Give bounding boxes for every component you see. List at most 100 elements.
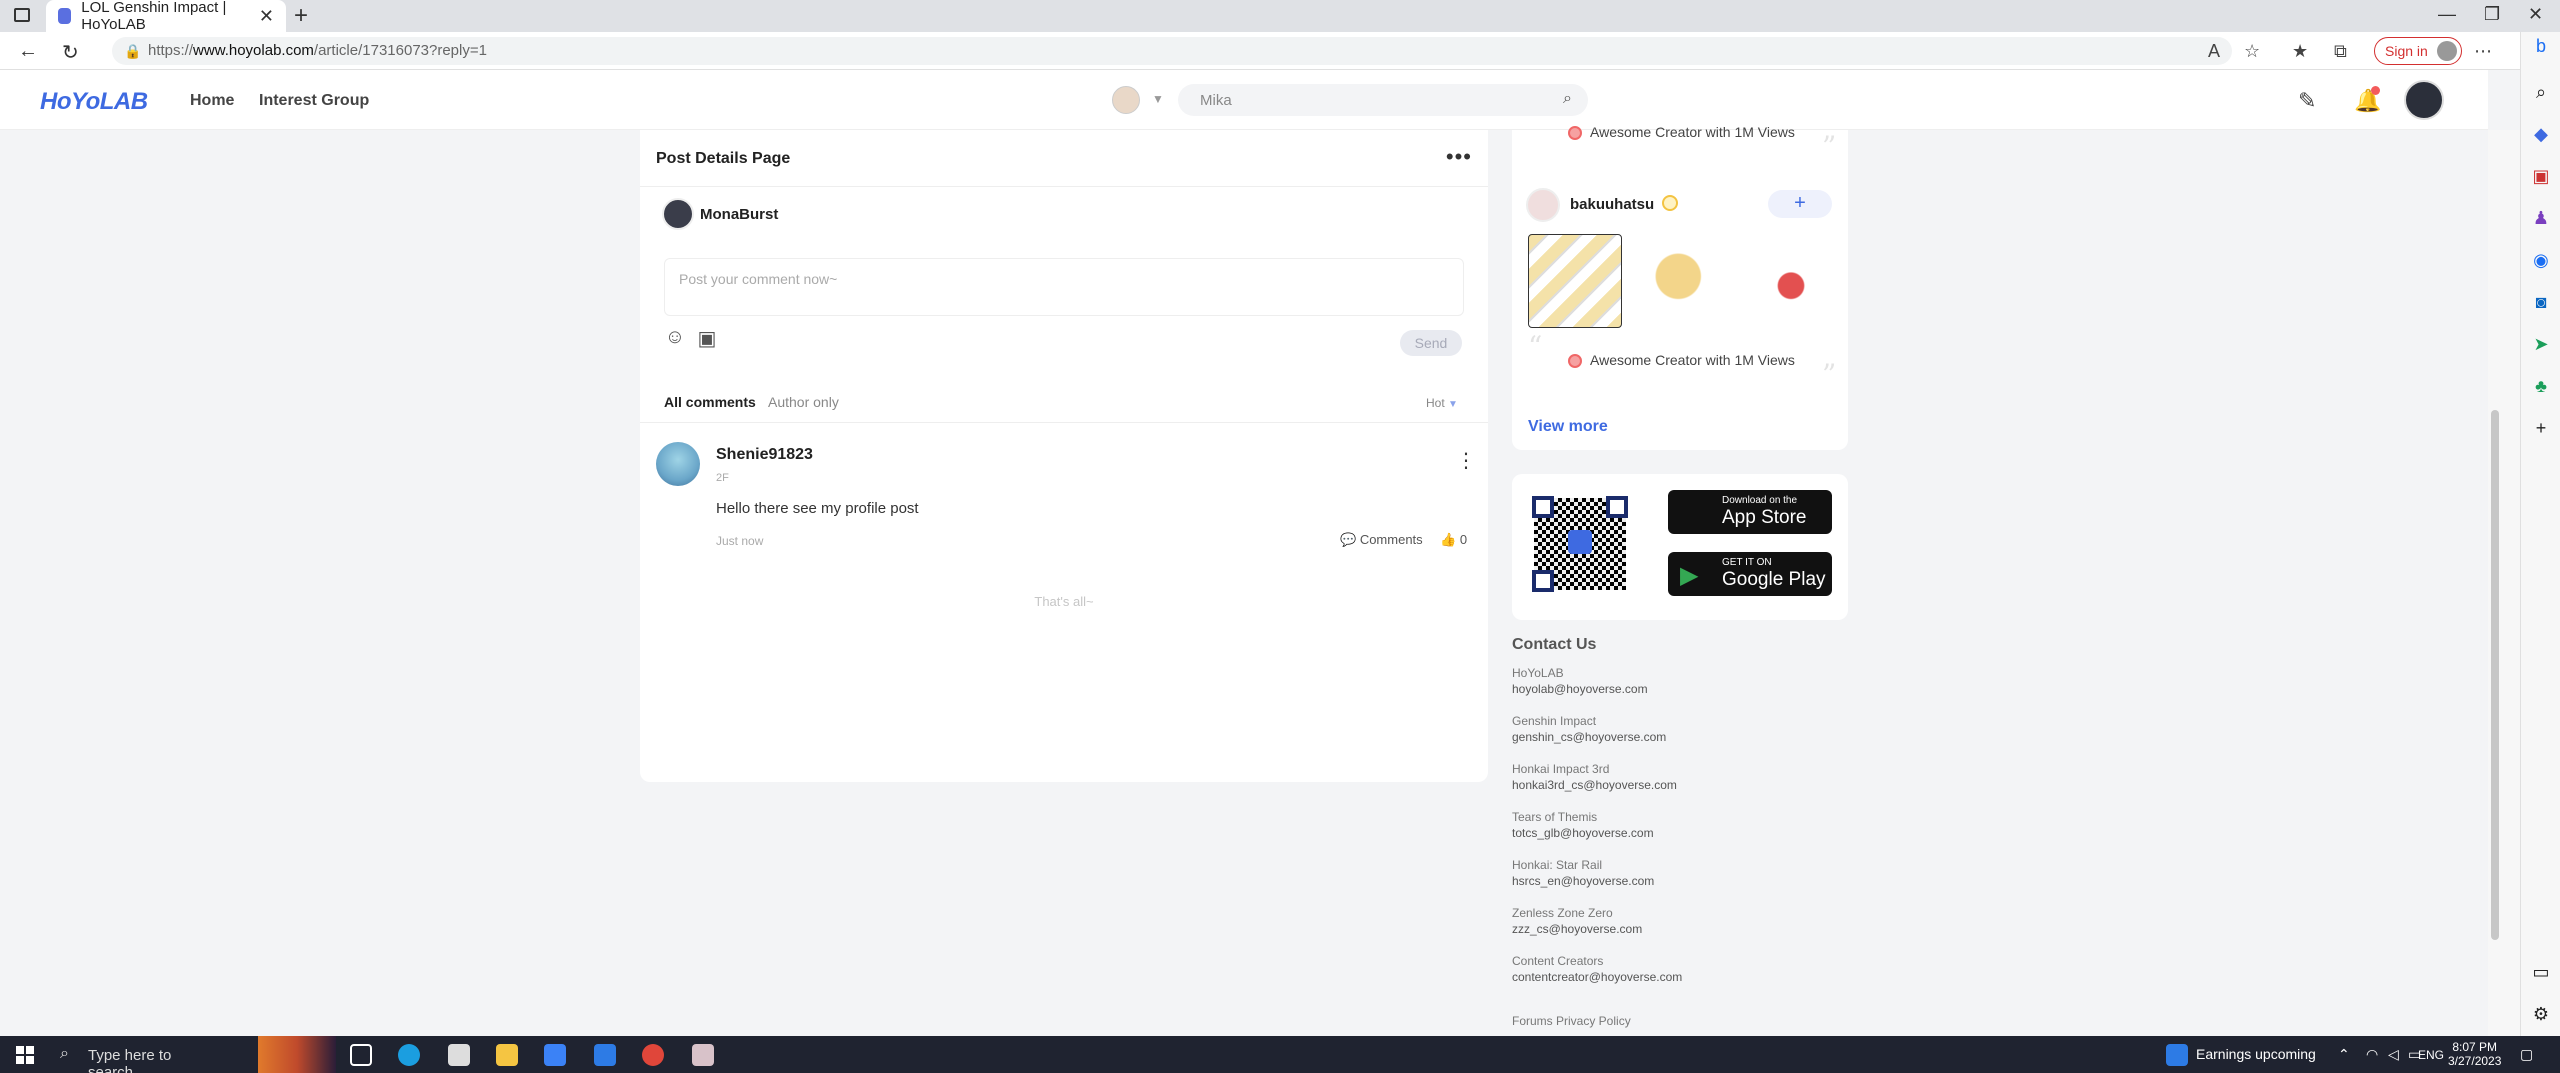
notification-center-icon[interactable]: ▢ xyxy=(2520,1046,2533,1063)
microsoft365-icon[interactable]: ◉ xyxy=(2531,250,2551,270)
add-favorite-icon[interactable]: ☆ xyxy=(2244,41,2260,62)
sort-dropdown[interactable]: Hot ▼ xyxy=(1426,396,1458,410)
network-icon[interactable]: ◠ xyxy=(2366,1046,2378,1063)
bing-chat-icon[interactable]: b xyxy=(2531,36,2551,56)
emoji-icon[interactable]: ☺ xyxy=(664,326,686,348)
like-button[interactable]: 👍 0 xyxy=(1440,532,1467,548)
app-download-card: Download on the App Store ▶ GET IT ON Go… xyxy=(1512,474,1848,620)
new-tab-icon[interactable]: + xyxy=(294,2,308,30)
search-input[interactable]: Mika ⌕ xyxy=(1178,84,1588,116)
contact-email[interactable]: contentcreator@hoyoverse.com xyxy=(1512,970,1682,984)
maximize-icon[interactable]: ❐ xyxy=(2484,4,2500,25)
nav-home[interactable]: Home xyxy=(190,92,234,110)
author-avatar[interactable] xyxy=(662,198,694,230)
contact-email[interactable]: hoyolab@hoyoverse.com xyxy=(1512,682,1648,696)
url-field[interactable]: 🔒 https://www.hoyolab.com/article/173160… xyxy=(112,37,2232,65)
search-icon[interactable]: ⌕ xyxy=(1563,90,1572,108)
back-icon[interactable]: ← xyxy=(18,40,38,63)
contact-email[interactable]: zzz_cs@hoyoverse.com xyxy=(1512,922,1642,936)
refresh-icon[interactable]: ↻ xyxy=(62,40,79,65)
language-indicator[interactable]: ENG xyxy=(2418,1048,2444,1062)
google-play-button[interactable]: ▶ GET IT ON Google Play xyxy=(1668,552,1832,596)
verified-star-icon xyxy=(1662,195,1678,211)
read-aloud-icon[interactable]: A xyxy=(2208,41,2220,62)
tab-all-comments[interactable]: All comments xyxy=(664,394,756,410)
app-icon[interactable] xyxy=(692,1044,714,1066)
contact-email[interactable]: totcs_glb@hoyoverse.com xyxy=(1512,826,1654,840)
clock[interactable]: 8:07 PM 3/27/2023 xyxy=(2448,1040,2501,1068)
chevron-down-icon[interactable]: ▼ xyxy=(1152,92,1164,106)
settings-icon[interactable]: ⚙ xyxy=(2531,1004,2551,1024)
thumbs-up-icon: 👍 xyxy=(1440,532,1457,547)
mail-app-icon[interactable] xyxy=(594,1044,616,1066)
more-options-icon[interactable]: ••• xyxy=(1446,144,1472,170)
browser-tab[interactable]: LOL Genshin Impact | HoYoLAB ✕ xyxy=(46,0,286,33)
tree-icon[interactable]: ♣ xyxy=(2531,376,2551,396)
follow-button[interactable]: + xyxy=(1768,190,1832,218)
windows-start-icon[interactable] xyxy=(16,1046,34,1064)
contact-label: Content Creators xyxy=(1512,954,1604,968)
app-icon[interactable] xyxy=(448,1044,470,1066)
edge-app-icon[interactable] xyxy=(398,1044,420,1066)
comment-bubble-icon: 💬 xyxy=(1340,532,1357,547)
send-icon[interactable]: ➤ xyxy=(2531,334,2551,354)
more-options-icon[interactable]: ⋯ xyxy=(2474,41,2492,62)
news-widget[interactable]: Earnings upcoming xyxy=(2196,1046,2316,1062)
store-app-icon[interactable] xyxy=(544,1044,566,1066)
creator-post-thumbnail[interactable] xyxy=(1744,234,1838,328)
taskbar-widget-image[interactable] xyxy=(258,1036,336,1073)
close-tab-icon[interactable]: ✕ xyxy=(259,6,274,27)
comment-text: Hello there see my profile post xyxy=(716,500,919,517)
add-sidebar-icon[interactable]: + xyxy=(2531,418,2551,438)
chrome-app-icon[interactable] xyxy=(642,1044,664,1066)
news-icon[interactable] xyxy=(2166,1044,2188,1066)
outlook-icon[interactable]: ◙ xyxy=(2531,292,2551,312)
minimize-icon[interactable]: — xyxy=(2438,4,2456,25)
search-icon[interactable]: ⌕ xyxy=(2531,82,2551,102)
games-icon[interactable]: ♟ xyxy=(2531,208,2551,228)
shopping-icon[interactable]: ◆ xyxy=(2531,124,2551,144)
contact-label: Zenless Zone Zero xyxy=(1512,906,1613,920)
creator-avatar[interactable] xyxy=(1526,188,1560,222)
show-hidden-icons-icon[interactable]: ⌃ xyxy=(2338,1046,2350,1063)
creator-post-thumbnail[interactable] xyxy=(1528,234,1622,328)
creator-name[interactable]: bakuuhatsu xyxy=(1570,196,1654,213)
app-store-button[interactable]: Download on the App Store xyxy=(1668,490,1832,534)
comments-button[interactable]: 💬 Comments xyxy=(1340,532,1423,548)
commenter-name[interactable]: Shenie91823 xyxy=(716,446,813,464)
tab-author-only[interactable]: Author only xyxy=(768,394,839,410)
site-header: HoYoLAB Home Interest Group ▼ Mika ⌕ ✎ 🔔 xyxy=(0,70,2488,130)
game-selector-avatar[interactable] xyxy=(1112,86,1140,114)
commenter-avatar[interactable] xyxy=(656,442,700,486)
send-button[interactable]: Send xyxy=(1400,330,1462,356)
create-post-icon[interactable]: ✎ xyxy=(2298,88,2316,114)
view-more-link[interactable]: View more xyxy=(1528,418,1608,436)
tab-actions-icon[interactable] xyxy=(14,8,30,22)
user-avatar[interactable] xyxy=(2404,80,2444,120)
nav-interest-group[interactable]: Interest Group xyxy=(259,92,369,110)
image-upload-icon[interactable]: ▣ xyxy=(696,326,718,350)
volume-icon[interactable]: ◁ xyxy=(2388,1046,2399,1063)
favorites-icon[interactable]: ★ xyxy=(2292,41,2308,62)
file-explorer-icon[interactable] xyxy=(496,1044,518,1066)
collections-icon[interactable]: ⧉ xyxy=(2334,41,2347,62)
comment-input[interactable]: Post your comment now~ xyxy=(664,258,1464,316)
creator-post-thumbnail[interactable] xyxy=(1636,234,1730,328)
contact-email[interactable]: genshin_cs@hoyoverse.com xyxy=(1512,730,1666,744)
contact-email[interactable]: honkai3rd_cs@hoyoverse.com xyxy=(1512,778,1677,792)
comment-menu-icon[interactable]: ⋮ xyxy=(1456,448,1476,473)
sign-in-button[interactable]: Sign in xyxy=(2374,37,2462,65)
qr-marker xyxy=(1532,496,1554,518)
divider xyxy=(640,422,1488,423)
hoyolab-logo[interactable]: HoYoLAB xyxy=(40,88,148,116)
tools-icon[interactable]: ▣ xyxy=(2531,166,2551,186)
privacy-policy-link[interactable]: Forums Privacy Policy xyxy=(1512,1014,1631,1028)
author-name[interactable]: MonaBurst xyxy=(700,206,778,223)
contact-email[interactable]: hsrcs_en@hoyoverse.com xyxy=(1512,874,1654,888)
split-screen-icon[interactable]: ▭ xyxy=(2531,962,2551,982)
task-view-icon[interactable] xyxy=(350,1044,372,1066)
close-window-icon[interactable]: ✕ xyxy=(2528,4,2543,25)
divider xyxy=(640,186,1488,187)
scrollbar-thumb[interactable] xyxy=(2491,410,2499,940)
taskbar-search[interactable]: ⌕ Type here to search xyxy=(48,1040,244,1073)
